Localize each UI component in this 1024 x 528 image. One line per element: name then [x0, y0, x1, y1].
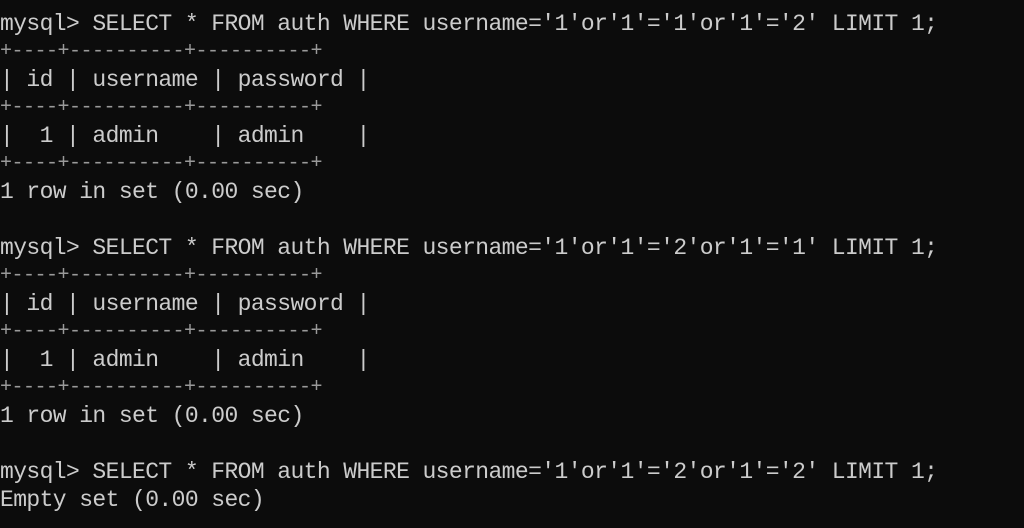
query-2-command: mysql> SELECT * FROM auth WHERE username… [0, 235, 938, 261]
query-2-table-bottom-border: +----+----------+----------+ [0, 376, 323, 399]
query-3-result-summary: Empty set (0.00 sec) [0, 487, 265, 513]
query-3-command: mysql> SELECT * FROM auth WHERE username… [0, 459, 938, 485]
query-1-table-header: | id | username | password | [0, 67, 370, 93]
query-1-table-top-border: +----+----------+----------+ [0, 40, 323, 63]
query-2-table-header-border: +----+----------+----------+ [0, 320, 323, 343]
mysql-terminal[interactable]: mysql> SELECT * FROM auth WHERE username… [0, 0, 1024, 528]
query-1-table-row: | 1 | admin | admin | [0, 123, 370, 149]
query-1-command: mysql> SELECT * FROM auth WHERE username… [0, 11, 938, 37]
query-1-result-summary: 1 row in set (0.00 sec) [0, 179, 304, 205]
query-2-table-top-border: +----+----------+----------+ [0, 264, 323, 287]
query-2-table-row: | 1 | admin | admin | [0, 347, 370, 373]
query-2-table-header: | id | username | password | [0, 291, 370, 317]
query-1-table-bottom-border: +----+----------+----------+ [0, 152, 323, 175]
query-2-result-summary: 1 row in set (0.00 sec) [0, 403, 304, 429]
query-1-table-header-border: +----+----------+----------+ [0, 96, 323, 119]
